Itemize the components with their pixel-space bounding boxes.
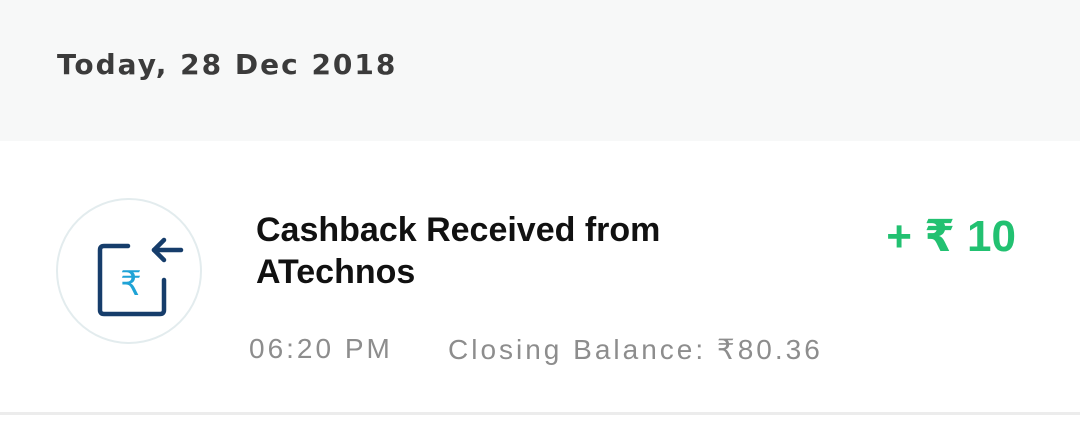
date-section-header: Today, 28 Dec 2018	[0, 0, 1080, 141]
closing-balance: Closing Balance: ₹80.36	[448, 334, 823, 365]
cashback-received-icon: ₹	[56, 198, 202, 344]
transaction-time: 06:20 PM	[249, 333, 393, 364]
transaction-history-page: Today, 28 Dec 2018 ₹ Cashback Received f…	[0, 0, 1080, 442]
date-label: Today, 28 Dec 2018	[57, 48, 398, 81]
transaction-amount: + ₹ 10	[886, 212, 1016, 261]
svg-text:₹: ₹	[120, 264, 142, 304]
row-divider	[0, 412, 1080, 415]
transaction-title: Cashback Received from ATechnos	[256, 211, 661, 291]
transaction-row[interactable]: ₹ Cashback Received from ATechnos + ₹ 10…	[0, 141, 1080, 413]
